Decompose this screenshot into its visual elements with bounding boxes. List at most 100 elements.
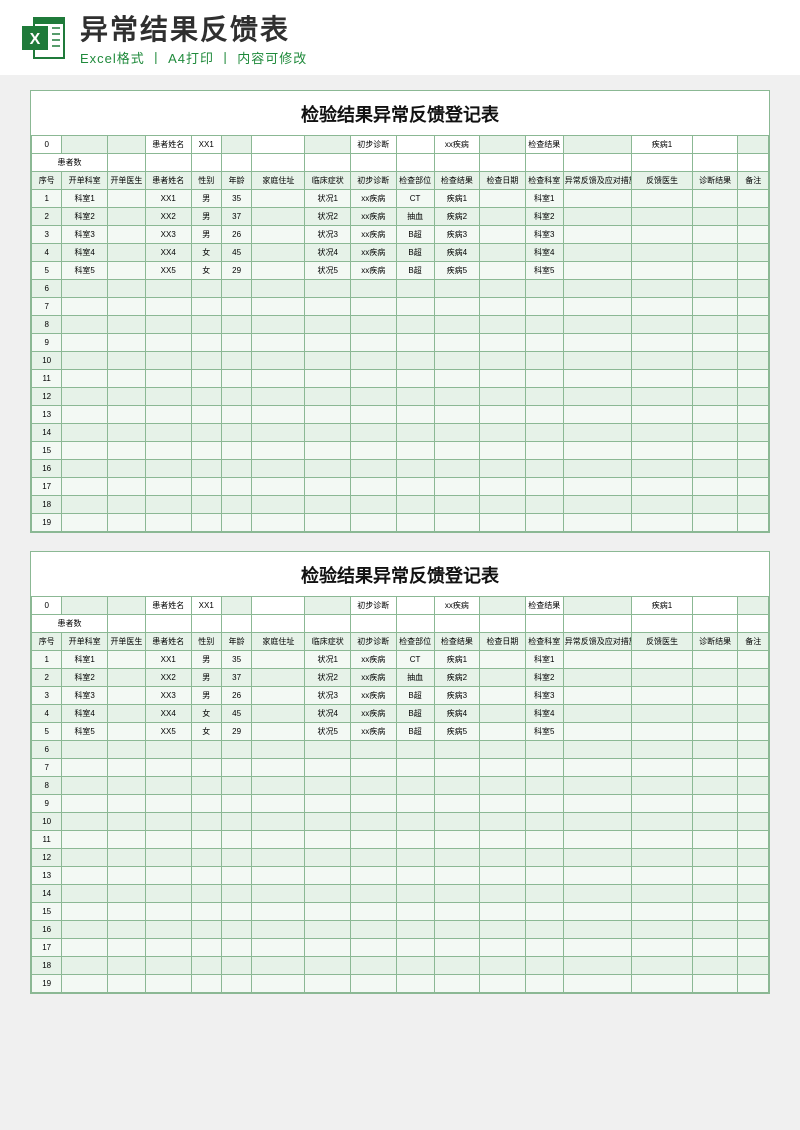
table-cell[interactable]: 抽血 <box>396 669 434 687</box>
table-cell[interactable]: XX4 <box>145 705 191 723</box>
table-cell[interactable]: 科室4 <box>525 705 563 723</box>
table-cell[interactable]: 状况3 <box>305 226 351 244</box>
table-cell[interactable] <box>632 190 693 208</box>
table-cell[interactable] <box>563 705 631 723</box>
table-cell[interactable]: 科室2 <box>62 669 108 687</box>
table-cell[interactable]: xx疾病 <box>351 226 397 244</box>
table-cell[interactable] <box>738 244 769 262</box>
table-cell[interactable]: 科室5 <box>62 262 108 280</box>
table-cell[interactable]: 疾病2 <box>434 208 480 226</box>
table-cell[interactable] <box>563 669 631 687</box>
table-cell[interactable]: 1 <box>32 190 62 208</box>
table-cell[interactable] <box>692 723 738 741</box>
table-cell[interactable]: B超 <box>396 723 434 741</box>
table-cell[interactable]: 状况5 <box>305 723 351 741</box>
table-cell[interactable] <box>252 705 305 723</box>
table-cell[interactable]: 2 <box>32 208 62 226</box>
table-cell[interactable]: 37 <box>221 208 251 226</box>
table-cell[interactable] <box>107 262 145 280</box>
table-cell[interactable] <box>563 208 631 226</box>
table-cell[interactable] <box>563 190 631 208</box>
table-cell[interactable] <box>107 669 145 687</box>
table-cell[interactable]: 状况3 <box>305 687 351 705</box>
table-cell[interactable] <box>632 687 693 705</box>
table-cell[interactable] <box>480 244 526 262</box>
table-cell[interactable]: 科室3 <box>62 226 108 244</box>
table-cell[interactable]: XX2 <box>145 208 191 226</box>
table-cell[interactable] <box>480 705 526 723</box>
table-cell[interactable]: 疾病5 <box>434 262 480 280</box>
table-cell[interactable] <box>692 687 738 705</box>
table-cell[interactable] <box>692 190 738 208</box>
table-cell[interactable]: B超 <box>396 244 434 262</box>
table-cell[interactable]: 男 <box>191 651 221 669</box>
table-cell[interactable]: XX2 <box>145 669 191 687</box>
table-cell[interactable] <box>738 226 769 244</box>
table-cell[interactable]: CT <box>396 651 434 669</box>
table-cell[interactable] <box>632 651 693 669</box>
table-cell[interactable]: 科室1 <box>62 651 108 669</box>
table-cell[interactable]: 4 <box>32 244 62 262</box>
table-cell[interactable]: xx疾病 <box>351 244 397 262</box>
table-cell[interactable]: 女 <box>191 262 221 280</box>
table-cell[interactable]: 科室4 <box>62 705 108 723</box>
table-cell[interactable]: 3 <box>32 687 62 705</box>
table-cell[interactable]: CT <box>396 190 434 208</box>
table-cell[interactable]: 状况5 <box>305 262 351 280</box>
table-cell[interactable] <box>692 208 738 226</box>
table-cell[interactable] <box>738 651 769 669</box>
table-cell[interactable]: 疾病3 <box>434 687 480 705</box>
table-cell[interactable]: 疾病5 <box>434 723 480 741</box>
table-cell[interactable]: 状况2 <box>305 208 351 226</box>
table-cell[interactable]: 5 <box>32 723 62 741</box>
table-cell[interactable] <box>252 651 305 669</box>
table-cell[interactable]: 科室5 <box>62 723 108 741</box>
table-cell[interactable]: 科室2 <box>525 669 563 687</box>
table-cell[interactable] <box>692 651 738 669</box>
table-cell[interactable] <box>632 262 693 280</box>
table-cell[interactable] <box>252 687 305 705</box>
table-cell[interactable]: 29 <box>221 723 251 741</box>
table-cell[interactable]: 疾病4 <box>434 705 480 723</box>
table-cell[interactable]: 科室1 <box>525 651 563 669</box>
table-cell[interactable]: XX5 <box>145 723 191 741</box>
table-cell[interactable]: 男 <box>191 687 221 705</box>
table-cell[interactable]: 疾病4 <box>434 244 480 262</box>
table-cell[interactable]: 科室4 <box>525 244 563 262</box>
table-cell[interactable]: 男 <box>191 226 221 244</box>
table-cell[interactable]: 3 <box>32 226 62 244</box>
table-cell[interactable]: 状况4 <box>305 244 351 262</box>
table-cell[interactable]: 疾病1 <box>434 651 480 669</box>
table-cell[interactable]: 女 <box>191 705 221 723</box>
table-cell[interactable]: xx疾病 <box>351 723 397 741</box>
table-cell[interactable]: 状况2 <box>305 669 351 687</box>
table-cell[interactable] <box>252 190 305 208</box>
table-cell[interactable]: 男 <box>191 669 221 687</box>
table-cell[interactable] <box>632 669 693 687</box>
table-cell[interactable]: 45 <box>221 705 251 723</box>
table-cell[interactable]: 5 <box>32 262 62 280</box>
table-cell[interactable] <box>738 262 769 280</box>
table-cell[interactable] <box>252 226 305 244</box>
table-cell[interactable]: XX4 <box>145 244 191 262</box>
table-cell[interactable]: xx疾病 <box>351 705 397 723</box>
table-cell[interactable]: XX5 <box>145 262 191 280</box>
table-cell[interactable] <box>107 723 145 741</box>
table-cell[interactable]: XX3 <box>145 226 191 244</box>
table-cell[interactable] <box>480 687 526 705</box>
table-cell[interactable] <box>632 208 693 226</box>
table-cell[interactable] <box>738 687 769 705</box>
table-cell[interactable]: 男 <box>191 208 221 226</box>
table-cell[interactable] <box>480 208 526 226</box>
table-cell[interactable] <box>563 651 631 669</box>
table-cell[interactable]: 科室3 <box>525 226 563 244</box>
table-cell[interactable]: 科室3 <box>62 687 108 705</box>
table-cell[interactable] <box>107 226 145 244</box>
table-cell[interactable] <box>563 723 631 741</box>
table-cell[interactable]: 科室4 <box>62 244 108 262</box>
table-cell[interactable] <box>738 208 769 226</box>
table-cell[interactable] <box>563 244 631 262</box>
table-cell[interactable]: B超 <box>396 687 434 705</box>
table-cell[interactable] <box>738 723 769 741</box>
table-cell[interactable] <box>252 669 305 687</box>
